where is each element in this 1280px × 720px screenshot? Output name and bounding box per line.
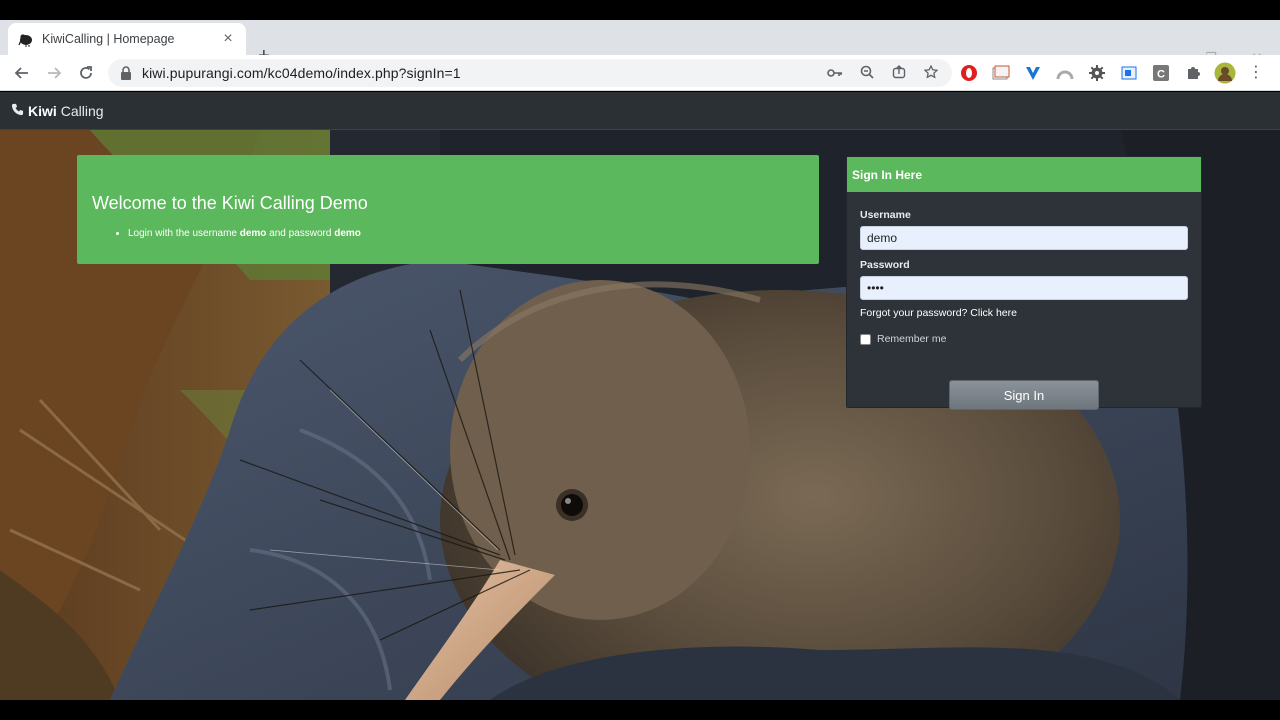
welcome-title: Welcome to the Kiwi Calling Demo	[92, 193, 368, 213]
kiwi-favicon-icon	[18, 31, 34, 47]
address-bar[interactable]: kiwi.pupurangi.com/kc04demo/index.php?si…	[108, 59, 952, 87]
forgot-password-link[interactable]: Forgot your password? Click here	[860, 307, 1188, 319]
username-input[interactable]	[860, 226, 1188, 250]
login-hint-mid: and password	[266, 228, 335, 239]
remember-me-label[interactable]: Remember me	[877, 333, 946, 345]
tab-title: KiwiCalling | Homepage	[42, 32, 175, 46]
signin-form: Username Password Forgot your password? …	[847, 209, 1201, 410]
opera-extension-icon[interactable]	[958, 62, 980, 84]
profile-avatar[interactable]	[1214, 62, 1236, 84]
vuetify-extension-icon[interactable]	[1022, 62, 1044, 84]
browser-tabstrip: KiwiCalling | Homepage × + ⌄ — ❐ ✕	[0, 20, 1280, 66]
remember-me-row: Remember me	[860, 333, 1188, 345]
forward-icon[interactable]	[42, 61, 66, 85]
signin-header: Sign In Here	[847, 157, 1201, 192]
back-icon[interactable]	[10, 61, 34, 85]
login-hint-username: demo	[239, 228, 267, 239]
letterbox-bottom	[0, 700, 1280, 720]
c-extension-icon[interactable]: C	[1150, 62, 1172, 84]
username-label: Username	[860, 209, 911, 221]
letterbox-top	[0, 0, 1280, 20]
url-text: kiwi.pupurangi.com/kc04demo/index.php?si…	[142, 65, 461, 81]
brand-rest: Calling	[60, 102, 104, 119]
remember-me-checkbox[interactable]	[860, 333, 871, 345]
brand-link[interactable]: Kiwi Calling	[11, 103, 104, 119]
login-hint-prefix: Login with the username	[128, 228, 240, 239]
screen-capture-extension-icon[interactable]	[990, 62, 1012, 84]
docs-extension-icon[interactable]	[1118, 62, 1140, 84]
bookmark-star-icon[interactable]	[922, 63, 940, 82]
svg-text:C: C	[1157, 69, 1165, 81]
zoom-icon[interactable]	[858, 65, 876, 82]
phone-icon	[11, 103, 24, 119]
share-icon[interactable]	[890, 64, 908, 82]
key-icon[interactable]	[826, 65, 844, 81]
sign-in-button[interactable]: Sign In	[949, 380, 1099, 410]
tab-close-icon[interactable]: ×	[220, 31, 236, 47]
arc-extension-icon[interactable]	[1054, 62, 1076, 84]
signin-panel: Sign In Here Username Password Forgot yo…	[846, 156, 1202, 410]
password-input[interactable]	[860, 276, 1188, 300]
welcome-instructions: Login with the username demo and passwor…	[92, 228, 804, 239]
browser-tab[interactable]: KiwiCalling | Homepage ×	[8, 23, 246, 55]
welcome-panel: Welcome to the Kiwi Calling Demo Login w…	[77, 155, 819, 264]
gear-extension-icon[interactable]	[1086, 62, 1108, 84]
brand-strong: Kiwi	[28, 102, 57, 119]
site-navbar: Kiwi Calling	[0, 92, 1280, 130]
login-hint: Login with the username demo and passwor…	[128, 228, 804, 239]
browser-menu-icon[interactable]: ⋮	[1248, 63, 1264, 83]
password-label: Password	[860, 259, 910, 271]
extensions-bar: C	[958, 61, 1236, 85]
reload-icon[interactable]	[74, 61, 98, 85]
puzzle-extensions-icon[interactable]	[1182, 62, 1204, 84]
omnibox-actions	[826, 59, 940, 87]
browser-toolbar: kiwi.pupurangi.com/kc04demo/index.php?si…	[0, 55, 1280, 91]
lock-icon[interactable]	[120, 66, 134, 80]
login-hint-password: demo	[334, 228, 361, 239]
